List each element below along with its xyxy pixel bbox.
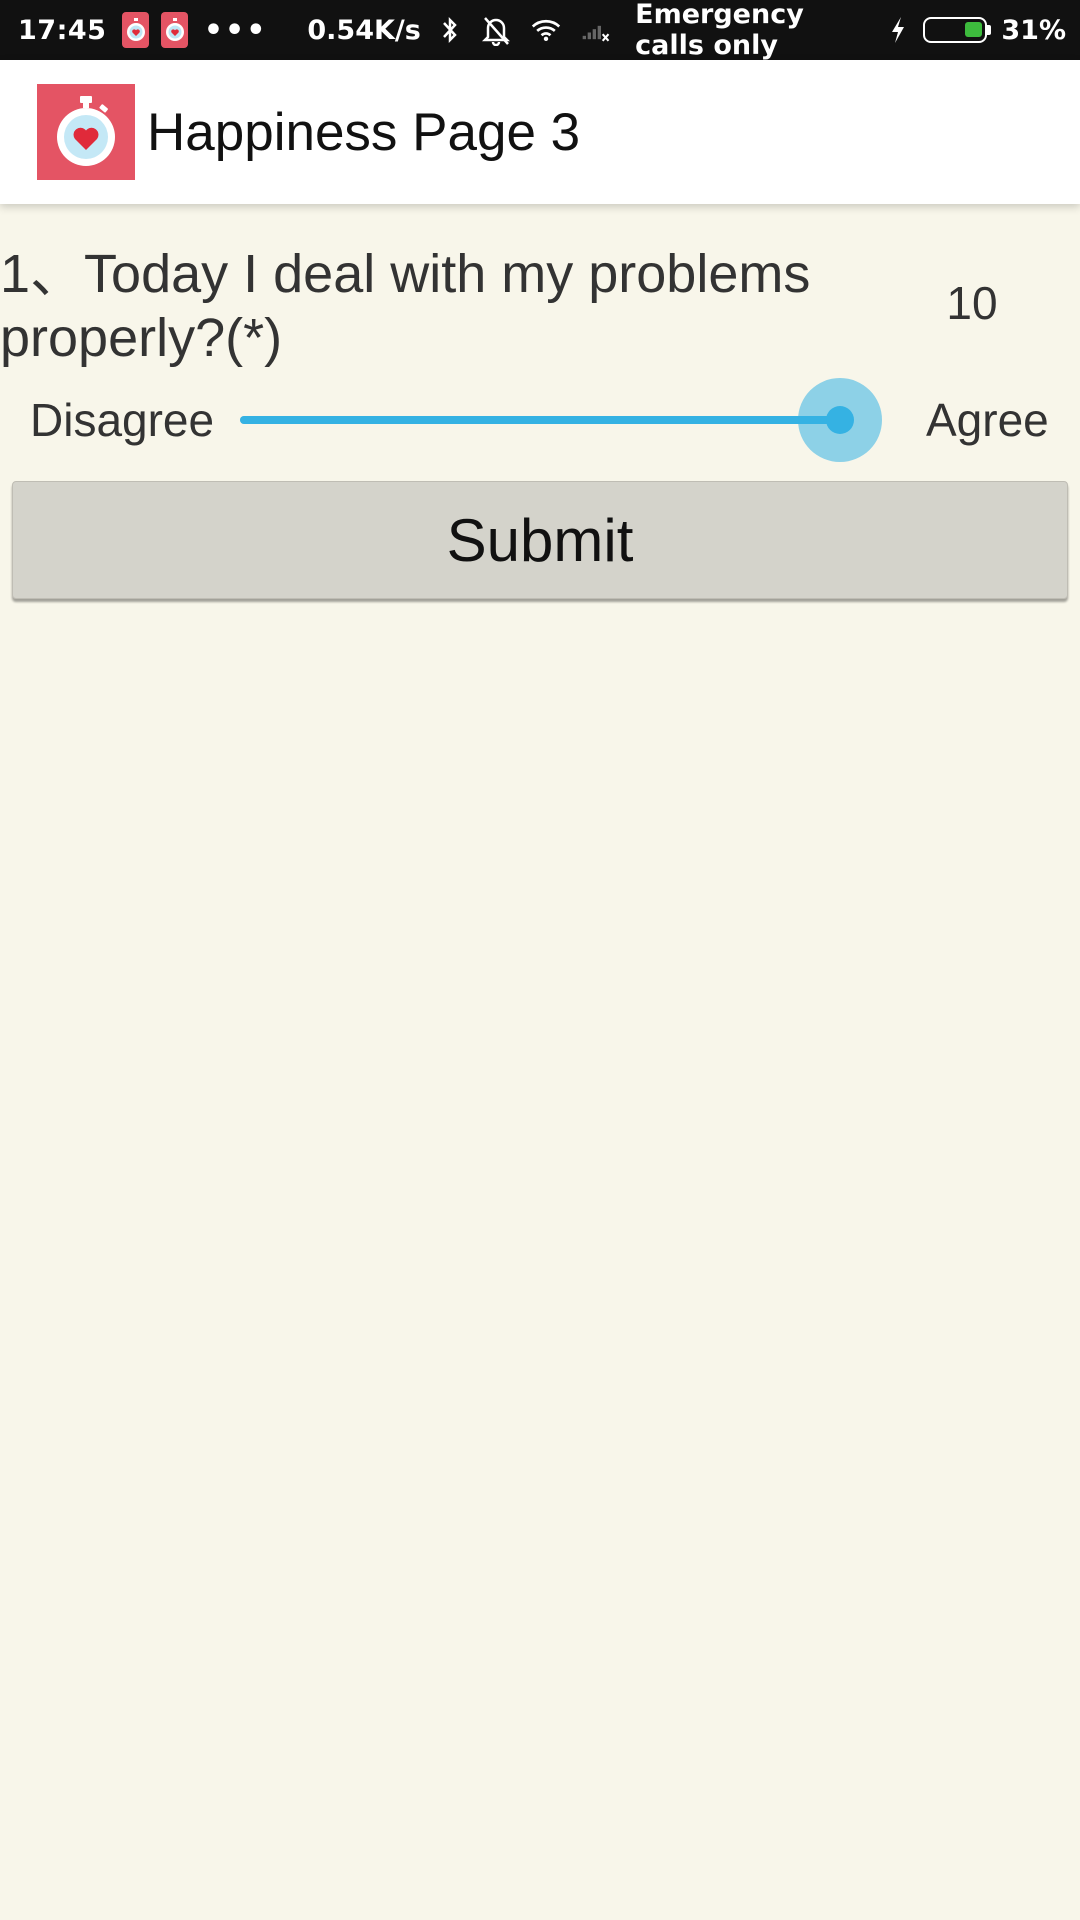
question-value: 10 (946, 277, 998, 329)
timer-heart-icon (122, 12, 150, 48)
battery-cap (987, 25, 992, 35)
label-agree: Agree (926, 394, 1049, 446)
bluetooth-icon (439, 13, 461, 47)
slider-fill (240, 416, 840, 424)
battery-icon (923, 17, 992, 43)
submit-button[interactable]: Submit (12, 481, 1068, 599)
bell-off-icon (481, 13, 511, 47)
charging-bolt-icon (887, 13, 909, 47)
stopwatch-heart-icon (37, 84, 135, 180)
carrier-text: Emergency calls only (635, 0, 804, 61)
label-disagree: Disagree (30, 394, 215, 446)
app-bar: Happiness Page 3 (0, 60, 1080, 204)
battery-body (923, 17, 988, 43)
overflow-notifications: ••• (203, 12, 268, 48)
status-bar: 17:45 ••• 0.54K/s Emergency calls only 3… (0, 0, 1080, 61)
no-signal-icon (581, 13, 611, 47)
rating-slider[interactable] (240, 378, 882, 462)
battery-level-fill (965, 22, 983, 37)
slider-track[interactable] (240, 416, 840, 424)
battery-percent: 31% (1001, 14, 1067, 46)
page-title: Happiness Page 3 (147, 102, 581, 162)
question-text: 1、Today I deal with my problems properly… (0, 244, 811, 368)
slider-thumb[interactable] (826, 406, 854, 434)
wifi-icon (531, 13, 561, 47)
status-time: 17:45 (18, 14, 107, 46)
network-speed: 0.54K/s (307, 14, 421, 46)
timer-heart-icon (161, 12, 188, 48)
